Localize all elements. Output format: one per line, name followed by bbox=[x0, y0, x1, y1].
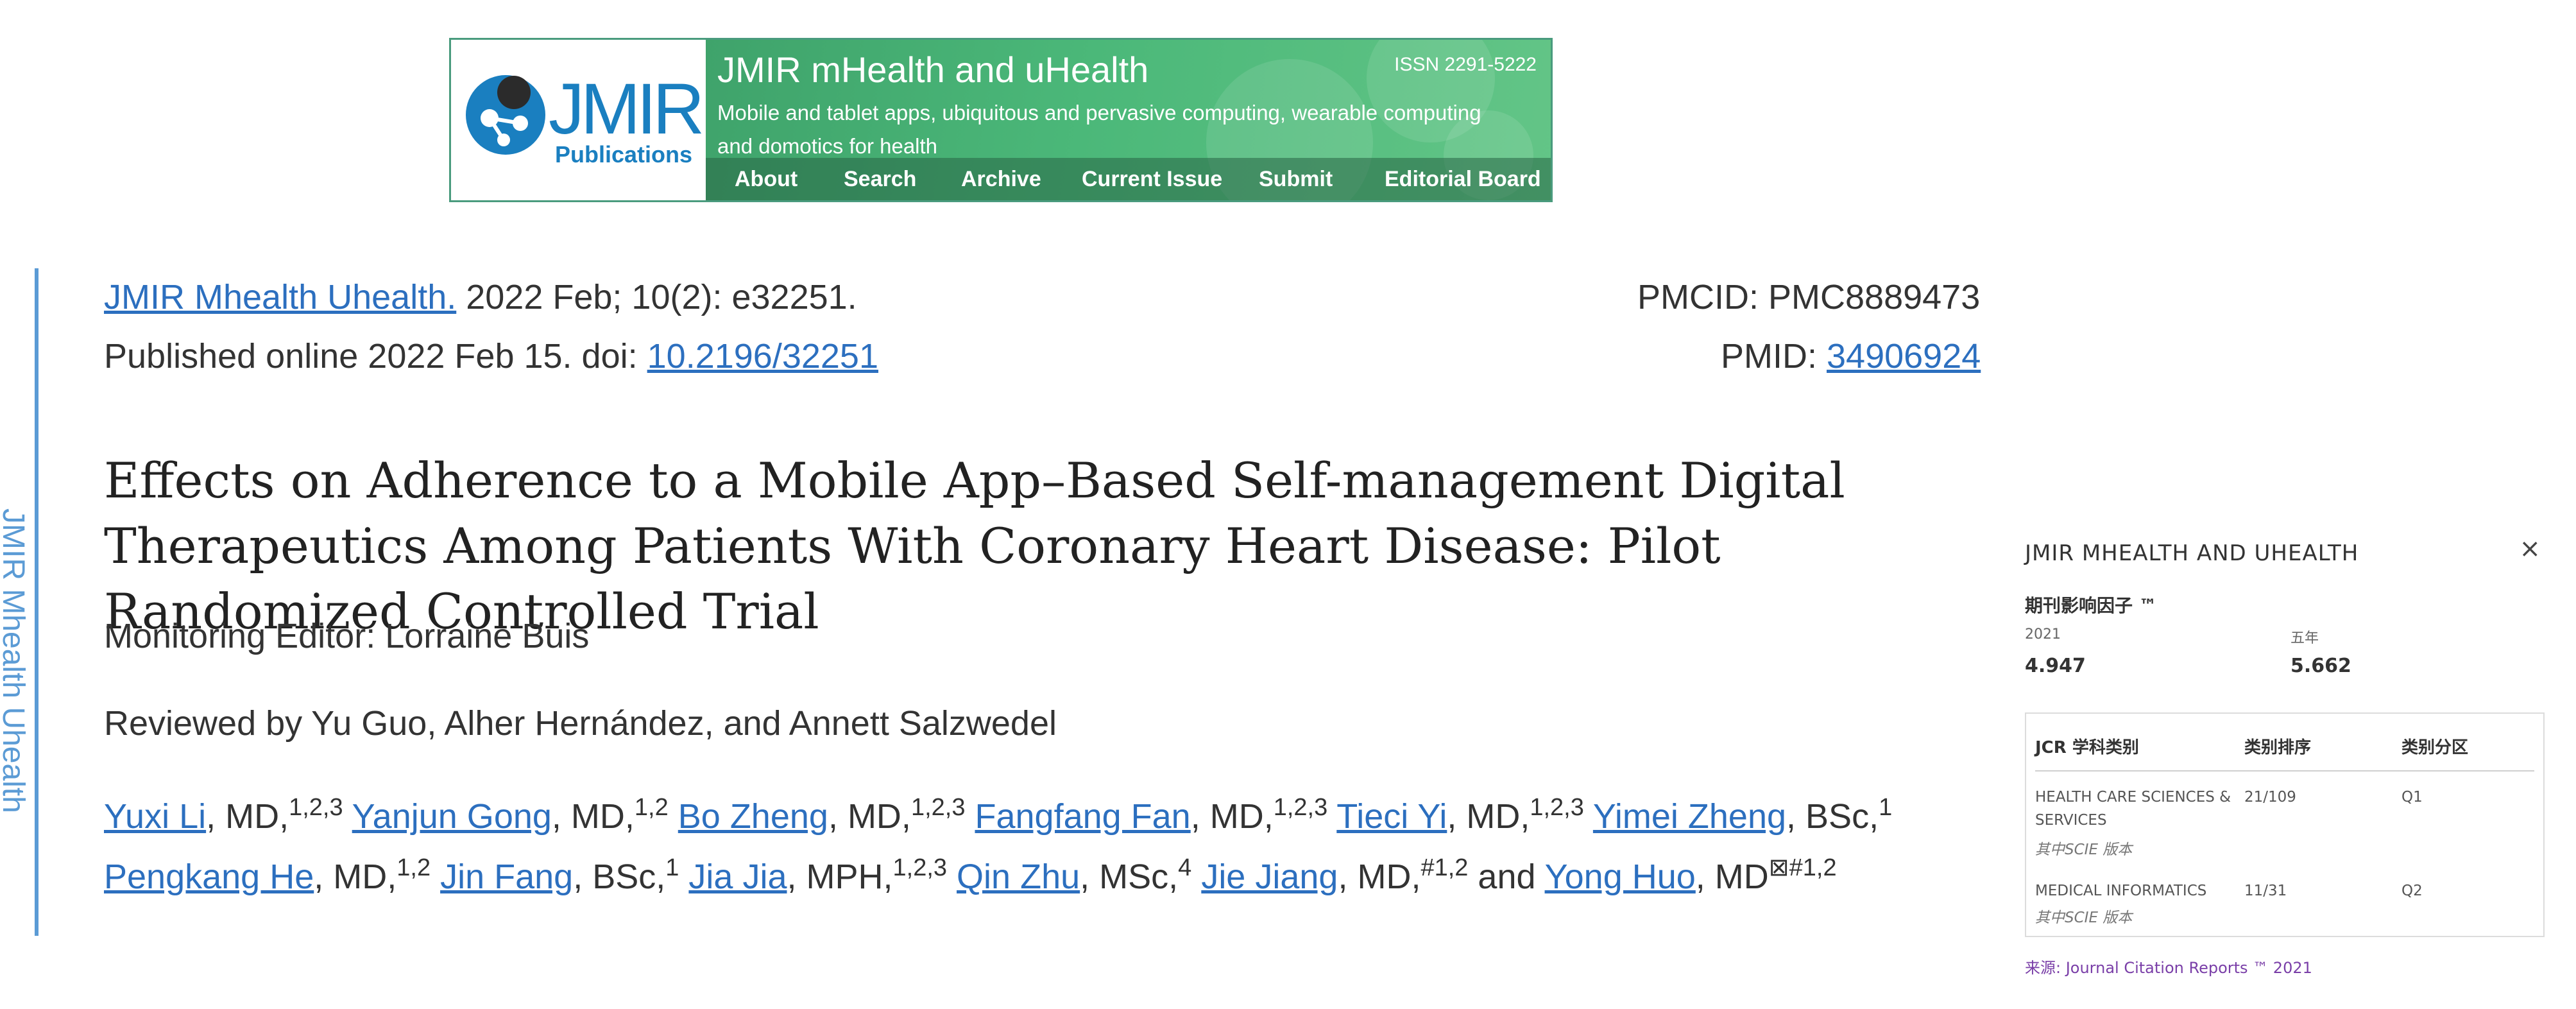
nav-search[interactable]: Search bbox=[844, 167, 916, 192]
author-degree: , MD bbox=[1695, 858, 1769, 896]
journal-sidebar-title[interactable]: JMIR Mhealth Uhealth bbox=[0, 501, 31, 821]
year-label: 2021 bbox=[2025, 626, 2061, 642]
author-link[interactable]: Qin Zhu bbox=[957, 858, 1080, 896]
table-cell-rank: 11/31 bbox=[2244, 883, 2287, 899]
author-link[interactable]: Bo Zheng bbox=[678, 797, 828, 836]
column-quartile: 类别分区 bbox=[2401, 738, 2469, 757]
five-year-value: 5.662 bbox=[2290, 655, 2351, 677]
author-conjunction: and bbox=[1468, 858, 1545, 896]
author-affiliation[interactable]: 1,2 bbox=[635, 794, 669, 821]
pmid-link[interactable]: 34906924 bbox=[1827, 337, 1981, 375]
author-affiliation[interactable]: ⊠#1,2 bbox=[1769, 854, 1837, 881]
journal-banner: JMIR Publications JMIR mHealth and uHeal… bbox=[449, 38, 1553, 202]
pmid-label: PMID: bbox=[1721, 337, 1827, 375]
five-year-label: 五年 bbox=[2290, 630, 2319, 646]
nav-editorial-board[interactable]: Editorial Board bbox=[1385, 167, 1541, 192]
author-link[interactable]: Jia Jia bbox=[688, 858, 787, 896]
author-affiliation[interactable]: 1,2,3 bbox=[289, 794, 343, 821]
journal-link[interactable]: JMIR Mhealth Uhealth. bbox=[104, 278, 456, 316]
author-affiliation[interactable]: 4 bbox=[1178, 854, 1191, 881]
logo-subtitle: Publications bbox=[555, 141, 693, 168]
jcr-panel: JMIR MHEALTH AND UHEALTH × 期刊影响因子 ™ 2021… bbox=[2015, 526, 2566, 1001]
table-cell-edition: 其中SCIE 版本 bbox=[2035, 841, 2133, 858]
reviewed-by: Reviewed by Yu Guo, Alher Hernández, and… bbox=[104, 704, 1057, 743]
nav-about[interactable]: About bbox=[735, 167, 798, 192]
author-degree: , MD, bbox=[1447, 797, 1530, 836]
doi-link[interactable]: 10.2196/32251 bbox=[647, 337, 878, 375]
jcr-category-table: JCR 学科类别 类别排序 类别分区 HEALTH CARE SCIENCES … bbox=[2025, 712, 2545, 937]
table-cell-quartile: Q2 bbox=[2401, 883, 2423, 899]
monitoring-editor: Monitoring Editor: Lorraine Buis bbox=[104, 617, 590, 655]
table-cell-edition: 其中SCIE 版本 bbox=[2035, 910, 2133, 926]
table-cell-rank: 21/109 bbox=[2244, 789, 2296, 806]
author-affiliation[interactable]: 1 bbox=[1879, 794, 1892, 821]
author-degree: , MD, bbox=[1338, 858, 1421, 896]
table-cell-quartile: Q1 bbox=[2401, 789, 2423, 806]
author-link[interactable]: Jie Jiang bbox=[1201, 858, 1338, 896]
author-affiliation[interactable]: 1,2,3 bbox=[1530, 794, 1584, 821]
author-affiliation[interactable]: 1 bbox=[665, 854, 679, 881]
author-list: Yuxi Li, MD,1,2,3 Yanjun Gong, MD,1,2 Bo… bbox=[104, 786, 2016, 907]
issn-label: ISSN 2291-5222 bbox=[1394, 54, 1537, 75]
author-degree: , MPH, bbox=[787, 858, 893, 896]
journal-description: Mobile and tablet apps, ubiquitous and p… bbox=[717, 101, 1481, 158]
author-link[interactable]: Pengkang He bbox=[104, 858, 314, 896]
impact-factor-value: 4.947 bbox=[2025, 655, 2086, 677]
jmir-logo[interactable]: JMIR Publications bbox=[451, 40, 706, 200]
logo-wordmark: JMIR bbox=[549, 69, 704, 149]
close-icon[interactable]: × bbox=[2519, 534, 2541, 564]
author-degree: , MD, bbox=[314, 858, 397, 896]
impact-factor-label: 期刊影响因子 ™ bbox=[2025, 595, 2157, 616]
table-cell-category: HEALTH CARE SCIENCES & SERVICES bbox=[2035, 789, 2231, 829]
author-link[interactable]: Fangfang Fan bbox=[975, 797, 1190, 836]
issue-info: 2022 Feb; 10(2): e32251. bbox=[456, 278, 857, 316]
nav-current-issue[interactable]: Current Issue bbox=[1082, 167, 1222, 192]
author-link[interactable]: Yuxi Li bbox=[104, 797, 206, 836]
table-divider bbox=[2035, 770, 2534, 772]
journal-title[interactable]: JMIR mHealth and uHealth bbox=[717, 49, 1148, 91]
author-degree: , MD, bbox=[551, 797, 635, 836]
author-degree: , MD, bbox=[1190, 797, 1274, 836]
author-degree: , BSc, bbox=[573, 858, 666, 896]
author-affiliation[interactable]: #1,2 bbox=[1420, 854, 1468, 881]
banner-header: JMIR mHealth and uHealth ISSN 2291-5222 … bbox=[706, 40, 1551, 200]
jcr-journal-name: JMIR MHEALTH AND UHEALTH bbox=[2025, 540, 2359, 566]
author-link[interactable]: Yanjun Gong bbox=[352, 797, 552, 836]
publications-logo-icon bbox=[466, 75, 545, 155]
author-affiliation[interactable]: 1,2,3 bbox=[893, 854, 948, 881]
author-link[interactable]: Yong Huo bbox=[1545, 858, 1696, 896]
pmid-line: PMID: 34906924 bbox=[1721, 339, 1981, 374]
jcr-source-link[interactable]: 来源: Journal Citation Reports ™ 2021 bbox=[2025, 955, 2312, 978]
author-degree: , MD, bbox=[828, 797, 911, 836]
column-category: JCR 学科类别 bbox=[2035, 738, 2139, 757]
author-link[interactable]: Yimei Zheng bbox=[1593, 797, 1786, 836]
nav-submit[interactable]: Submit bbox=[1259, 167, 1333, 192]
table-cell-category: MEDICAL INFORMATICS bbox=[2035, 883, 2207, 899]
published-line: Published online 2022 Feb 15. doi: 10.21… bbox=[104, 339, 878, 374]
article-title: Effects on Adherence to a Mobile App–Bas… bbox=[104, 452, 1845, 640]
journal-nav: About Search Archive Current Issue Submi… bbox=[706, 158, 1551, 200]
author-link[interactable]: Tieci Yi bbox=[1336, 797, 1447, 836]
author-degree: , MD, bbox=[206, 797, 289, 836]
author-affiliation[interactable]: 1,2,3 bbox=[1274, 794, 1328, 821]
author-link[interactable]: Jin Fang bbox=[440, 858, 573, 896]
pmcid-label: PMCID: PMC8889473 bbox=[1637, 278, 1981, 316]
published-date: Published online 2022 Feb 15. doi: bbox=[104, 337, 647, 375]
journal-sidebar-rule bbox=[35, 268, 38, 936]
column-rank: 类别排序 bbox=[2244, 738, 2312, 757]
citation-line: JMIR Mhealth Uhealth. 2022 Feb; 10(2): e… bbox=[104, 280, 857, 315]
nav-archive[interactable]: Archive bbox=[961, 167, 1041, 192]
author-affiliation[interactable]: 1,2,3 bbox=[911, 794, 966, 821]
author-degree: , MSc, bbox=[1080, 858, 1179, 896]
author-affiliation[interactable]: 1,2 bbox=[397, 854, 431, 881]
author-degree: , BSc, bbox=[1786, 797, 1879, 836]
